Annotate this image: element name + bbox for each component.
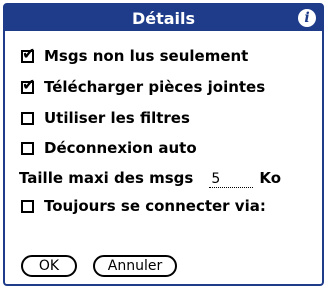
dialog-title: Détails: [131, 8, 196, 28]
details-dialog: Détails i ✔ Msgs non lus seulement ✔ Tél…: [3, 3, 324, 286]
option-use-filters[interactable]: Utiliser les filtres: [21, 109, 190, 127]
option-unread-only[interactable]: ✔ Msgs non lus seulement: [21, 45, 249, 65]
always-connect-via-label: Toujours se connecter via:: [44, 197, 266, 215]
option-auto-disconnect[interactable]: Déconnexion auto: [21, 139, 197, 157]
max-size-field[interactable]: 5: [209, 171, 254, 188]
always-connect-via-checkbox[interactable]: [21, 199, 34, 213]
download-attachments-checkbox[interactable]: ✔: [21, 76, 35, 94]
auto-disconnect-label: Déconnexion auto: [44, 139, 197, 157]
unread-only-label: Msgs non lus seulement: [44, 47, 249, 65]
option-download-attachments[interactable]: ✔ Télécharger pièces jointes: [21, 76, 266, 96]
checkmark-icon: ✔: [22, 43, 36, 63]
info-icon[interactable]: i: [298, 9, 316, 27]
max-size-row: Taille maxi des msgs 5 Ko: [19, 169, 281, 188]
option-always-connect-via[interactable]: Toujours se connecter via:: [21, 197, 266, 215]
cancel-button[interactable]: Annuler: [93, 255, 177, 277]
dialog-title-bar: Détails i: [5, 5, 322, 31]
use-filters-label: Utiliser les filtres: [44, 109, 190, 127]
max-size-unit: Ko: [259, 169, 281, 187]
max-size-label: Taille maxi des msgs: [19, 169, 194, 187]
use-filters-checkbox[interactable]: [21, 111, 34, 125]
unread-only-checkbox[interactable]: ✔: [21, 45, 35, 63]
ok-button[interactable]: OK: [21, 255, 77, 277]
auto-disconnect-checkbox[interactable]: [21, 141, 34, 155]
checkmark-icon: ✔: [22, 74, 36, 94]
download-attachments-label: Télécharger pièces jointes: [44, 78, 266, 96]
